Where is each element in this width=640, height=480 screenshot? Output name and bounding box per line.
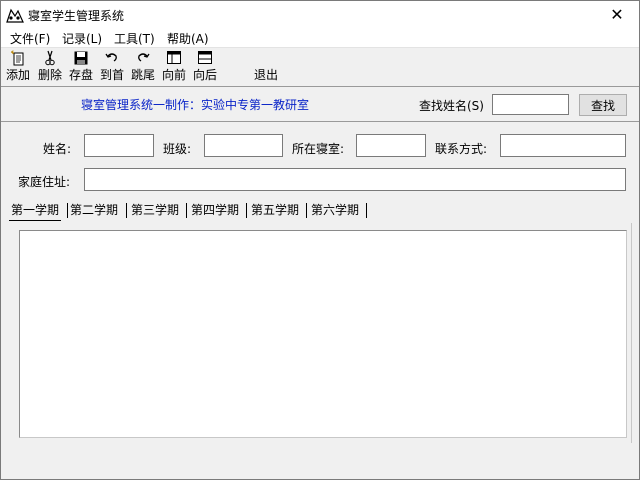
title-bar[interactable]: 寝室学生管理系统 ✕: [1, 1, 639, 28]
delete-label: 删除: [37, 68, 62, 82]
undo-arrow-icon: [105, 53, 117, 62]
redo-arrow-icon: [138, 53, 150, 62]
search-label: 查找姓名(S): [419, 99, 484, 113]
menu-bar: 文件(F) 记录(L) 工具(T) 帮助(A): [1, 28, 639, 48]
close-icon[interactable]: ✕: [595, 1, 639, 28]
active-tab-indicator: [9, 220, 61, 221]
exit-label: 退出: [253, 68, 278, 82]
search-name-input[interactable]: [492, 94, 569, 115]
window-back-icon: [167, 51, 181, 64]
window-forward-icon: [198, 51, 212, 64]
menu-tools[interactable]: 工具(T): [114, 30, 155, 47]
next-button[interactable]: 向后: [188, 50, 222, 84]
save-icon: [74, 51, 88, 65]
contact-label: 联系方式:: [435, 142, 488, 156]
info-row: 寝室管理系统一制作：实验中专第一教研室 查找姓名(S) 查找: [1, 87, 639, 122]
exit-button[interactable]: 退出: [249, 50, 283, 84]
app-window: 寝室学生管理系统 ✕ 文件(F) 记录(L) 工具(T) 帮助(A) 添加 删除: [0, 0, 640, 480]
tab-semester-6[interactable]: 第六学期: [311, 200, 359, 220]
search-button[interactable]: 查找: [579, 94, 627, 116]
last-record-label: 跳尾: [130, 68, 155, 82]
credit-text: 寝室管理系统一制作：实验中专第一教研室: [81, 98, 310, 112]
add-button[interactable]: 添加: [1, 50, 35, 84]
add-record-icon: [10, 50, 24, 66]
previous-button[interactable]: 向前: [157, 50, 191, 84]
name-input[interactable]: [84, 134, 154, 157]
address-input[interactable]: [84, 168, 626, 191]
class-input[interactable]: [204, 134, 283, 157]
first-record-label: 到首: [99, 68, 124, 82]
name-label: 姓名:: [43, 142, 72, 156]
tab-semester-2[interactable]: 第二学期: [70, 200, 118, 220]
address-label: 家庭住址:: [18, 175, 71, 189]
previous-label: 向前: [161, 68, 186, 82]
last-record-button[interactable]: 跳尾: [126, 50, 160, 84]
app-logo-icon: [6, 8, 24, 23]
tab-semester-1[interactable]: 第一学期: [11, 200, 59, 220]
class-label: 班级:: [163, 142, 192, 156]
contact-input[interactable]: [500, 134, 626, 157]
menu-help[interactable]: 帮助(A): [167, 30, 209, 47]
save-button[interactable]: 存盘: [64, 50, 98, 84]
add-label: 添加: [5, 68, 30, 82]
save-label: 存盘: [68, 68, 93, 82]
semester-content-panel[interactable]: [19, 230, 627, 438]
window-title: 寝室学生管理系统: [28, 9, 125, 23]
tab-semester-5[interactable]: 第五学期: [251, 200, 299, 220]
delete-button[interactable]: 删除: [33, 50, 67, 84]
tab-semester-3[interactable]: 第三学期: [131, 200, 179, 220]
first-record-button[interactable]: 到首: [95, 50, 129, 84]
room-label: 所在寝室:: [292, 142, 345, 156]
menu-record[interactable]: 记录(L): [62, 30, 102, 47]
toolbar: 添加 删除 存盘 到首 跳尾 向前 向后 退出: [1, 48, 639, 87]
room-input[interactable]: [356, 134, 426, 157]
panel-border: [631, 223, 632, 443]
next-label: 向后: [192, 68, 217, 82]
scissors-icon: [45, 50, 55, 66]
tab-semester-4[interactable]: 第四学期: [191, 200, 239, 220]
menu-file[interactable]: 文件(F): [10, 30, 50, 47]
